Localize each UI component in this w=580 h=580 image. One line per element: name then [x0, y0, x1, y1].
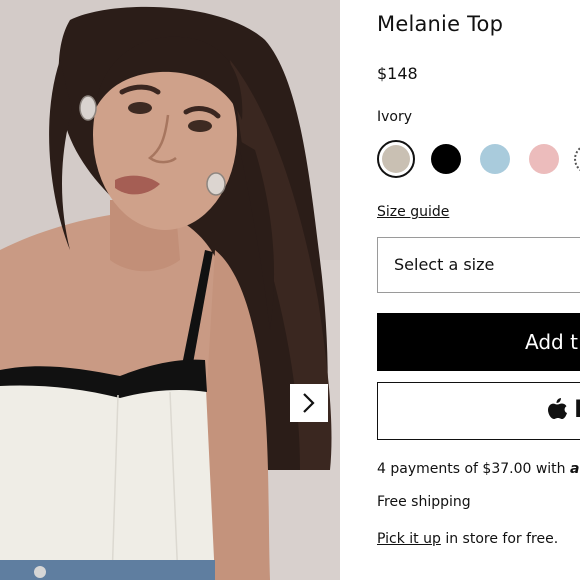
chevron-right-icon [303, 393, 315, 413]
afterpay-logo: af [570, 461, 580, 477]
add-to-bag-button[interactable]: Add t [377, 313, 580, 371]
apple-icon [548, 398, 567, 419]
swatch-black[interactable] [431, 144, 461, 174]
size-select[interactable]: Select a size [377, 237, 580, 293]
swatch-pink[interactable] [529, 144, 559, 174]
pickup-link[interactable]: Pick it up [377, 531, 441, 547]
product-photo-illustration [0, 0, 340, 580]
gallery-next-button[interactable] [290, 384, 328, 422]
shipping-info: Free shipping [377, 494, 471, 510]
product-price: $148 [377, 64, 418, 83]
swatch-light-blue[interactable] [480, 144, 510, 174]
selected-color-label: Ivory [377, 109, 413, 125]
size-guide-link[interactable]: Size guide [377, 204, 449, 220]
color-swatches [377, 139, 580, 179]
apple-pay-button[interactable]: P [377, 382, 580, 440]
installments-text: 4 payments of $37.00 with af [377, 461, 580, 477]
swatch-ivory[interactable] [377, 140, 415, 178]
installments-amount: 4 payments of $37.00 with [377, 461, 570, 477]
swatch-pattern[interactable] [574, 144, 580, 174]
pickup-info: Pick it up in store for free. [377, 531, 558, 547]
product-image [0, 0, 340, 580]
pickup-text: in store for free. [440, 531, 559, 547]
apple-pay-label: P [574, 395, 580, 423]
product-details: Melanie Top $148 Ivory Size guide Select… [377, 0, 580, 580]
product-title: Melanie Top [377, 12, 504, 36]
